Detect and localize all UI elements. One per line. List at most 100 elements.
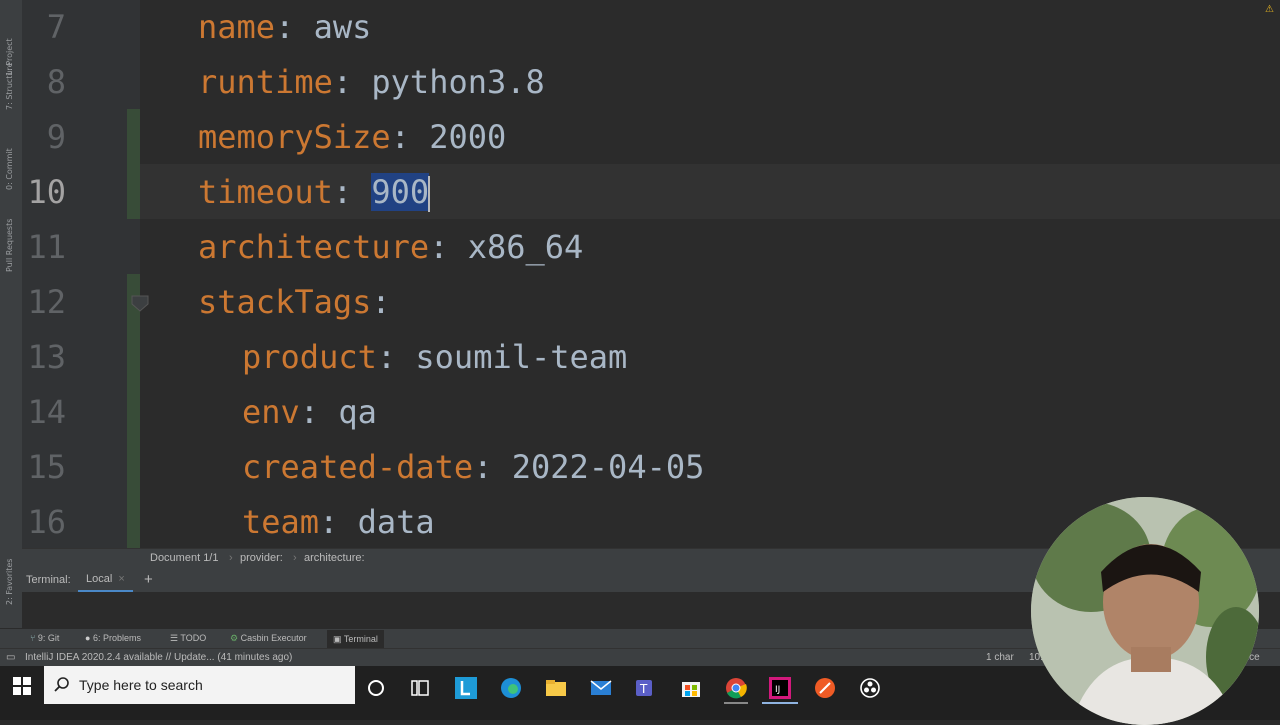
- code-line[interactable]: timeout: 900: [198, 165, 431, 220]
- teams-icon[interactable]: T: [634, 676, 658, 700]
- store-icon[interactable]: [679, 676, 703, 700]
- terminal-tool-button[interactable]: ▣ Terminal: [327, 630, 384, 648]
- line-number: 9: [46, 118, 66, 156]
- code-line[interactable]: stackTags:: [198, 275, 391, 330]
- yaml-value: aws: [313, 8, 372, 46]
- tool-tab-structure-label: 7: Structure: [5, 62, 14, 110]
- casbin-tool-button[interactable]: ⚙ Casbin Executor: [230, 633, 307, 644]
- app-running-indicator: [724, 702, 748, 704]
- file-explorer-icon[interactable]: [544, 676, 568, 700]
- code-line[interactable]: team: data: [242, 495, 435, 550]
- tool-tab-pull-requests[interactable]: Pull Requests: [3, 219, 19, 332]
- problems-tool-label: 6: Problems: [92, 633, 141, 643]
- svg-text:T: T: [639, 682, 648, 696]
- presenter-video: [1031, 497, 1259, 725]
- add-terminal-icon[interactable]: +: [144, 571, 153, 588]
- status-message[interactable]: IntelliJ IDEA 2020.2.4 available // Upda…: [25, 652, 292, 663]
- git-tool-label: 9: Git: [37, 633, 60, 643]
- terminal-tab-label: Local: [86, 573, 113, 585]
- terminal-icon: ▣: [333, 634, 344, 644]
- selection-count: 1 char: [986, 652, 1014, 663]
- line-number: 10: [27, 173, 66, 211]
- casbin-icon: ⚙: [230, 633, 241, 643]
- yaml-separator: :: [332, 63, 372, 101]
- left-tool-strip: 1: Project 7: Structure 0: Commit Pull R…: [0, 0, 23, 648]
- text-caret: [428, 176, 431, 212]
- terminal-title: Terminal:: [26, 574, 71, 586]
- yaml-key: product: [242, 338, 377, 376]
- line-number: 11: [27, 228, 66, 266]
- search-icon: [54, 677, 69, 692]
- intellij-icon[interactable]: IJ: [768, 676, 792, 700]
- todo-tool-button[interactable]: ☰ TODO: [170, 633, 206, 644]
- breadcrumb-provider[interactable]: provider:: [240, 552, 283, 564]
- code-line[interactable]: created-date: 2022-04-05: [242, 440, 704, 495]
- search-placeholder: Type here to search: [79, 677, 203, 693]
- breadcrumb-separator: ›: [229, 552, 233, 564]
- tool-tab-pull-requests-label: Pull Requests: [5, 218, 14, 272]
- breadcrumb-document[interactable]: Document 1/1: [150, 552, 218, 564]
- lens-app-icon[interactable]: [454, 676, 478, 700]
- yaml-key: created-date: [242, 448, 474, 486]
- problems-icon: ●: [85, 633, 93, 643]
- vcs-change-marker-2: [127, 274, 140, 548]
- yaml-key: team: [242, 503, 320, 541]
- tool-tab-commit-label: 0: Commit: [5, 148, 14, 190]
- fold-marker-icon[interactable]: [128, 294, 152, 314]
- chrome-icon[interactable]: [724, 676, 748, 700]
- code-line[interactable]: env: qa: [242, 385, 377, 440]
- yaml-value: 2022-04-05: [511, 448, 705, 486]
- code-line[interactable]: runtime: python3.8: [198, 55, 545, 110]
- active-app-indicator: [762, 702, 798, 704]
- yaml-value: 2000: [429, 118, 507, 156]
- yaml-separator: :: [299, 393, 339, 431]
- yaml-separator: :: [332, 173, 372, 211]
- close-icon[interactable]: ×: [118, 573, 124, 585]
- webcam-overlay: [1031, 497, 1259, 725]
- yaml-value: python3.8: [371, 63, 545, 101]
- terminal-tab-local[interactable]: Local ×: [78, 569, 133, 592]
- yaml-value: x86_64: [467, 228, 584, 266]
- taskbar-search-box[interactable]: Type here to search: [44, 666, 355, 704]
- yaml-separator: :: [473, 448, 512, 486]
- code-line[interactable]: product: soumil-team: [242, 330, 627, 385]
- yaml-separator: :: [371, 283, 391, 321]
- git-tool-button[interactable]: ⑂ 9: Git: [30, 633, 59, 643]
- yaml-separator: :: [429, 228, 468, 266]
- yaml-key: env: [242, 393, 300, 431]
- warning-icon[interactable]: ⚠: [1265, 4, 1274, 15]
- yaml-key: timeout: [198, 173, 333, 211]
- task-view-icon[interactable]: [408, 676, 432, 700]
- yaml-key: name: [198, 8, 276, 46]
- casbin-tool-label: Casbin Executor: [240, 633, 307, 643]
- yaml-key: memorySize: [198, 118, 391, 156]
- breadcrumb-separator: ›: [293, 552, 297, 564]
- yaml-key: architecture: [198, 228, 430, 266]
- yaml-separator: :: [376, 338, 416, 376]
- vcs-change-marker: [127, 109, 140, 219]
- code-line[interactable]: memorySize: 2000: [198, 110, 506, 165]
- problems-tool-button[interactable]: ● 6: Problems: [85, 633, 141, 643]
- git-icon: ⑂: [30, 633, 38, 643]
- status-layout-icon[interactable]: ▭: [6, 652, 15, 663]
- obs-icon[interactable]: [858, 676, 882, 700]
- code-line[interactable]: architecture: x86_64: [198, 220, 583, 275]
- line-number: 13: [27, 338, 66, 376]
- yaml-separator: :: [390, 118, 430, 156]
- selected-value: 900: [371, 173, 430, 211]
- code-line[interactable]: name: aws: [198, 0, 371, 55]
- cortana-icon[interactable]: [364, 676, 388, 700]
- yaml-separator: :: [319, 503, 358, 541]
- breadcrumb-architecture[interactable]: architecture:: [304, 552, 365, 564]
- line-number: 14: [27, 393, 66, 431]
- yaml-value: qa: [338, 393, 377, 431]
- windows-start-icon[interactable]: [13, 677, 31, 695]
- yaml-separator: :: [275, 8, 314, 46]
- edge-browser-icon[interactable]: [499, 676, 523, 700]
- todo-tool-label: TODO: [180, 633, 207, 643]
- mail-icon[interactable]: [589, 676, 613, 700]
- yaml-key: stackTags: [198, 283, 372, 321]
- postman-icon[interactable]: [813, 676, 837, 700]
- yaml-value: data: [357, 503, 435, 541]
- line-number: 7: [46, 8, 66, 46]
